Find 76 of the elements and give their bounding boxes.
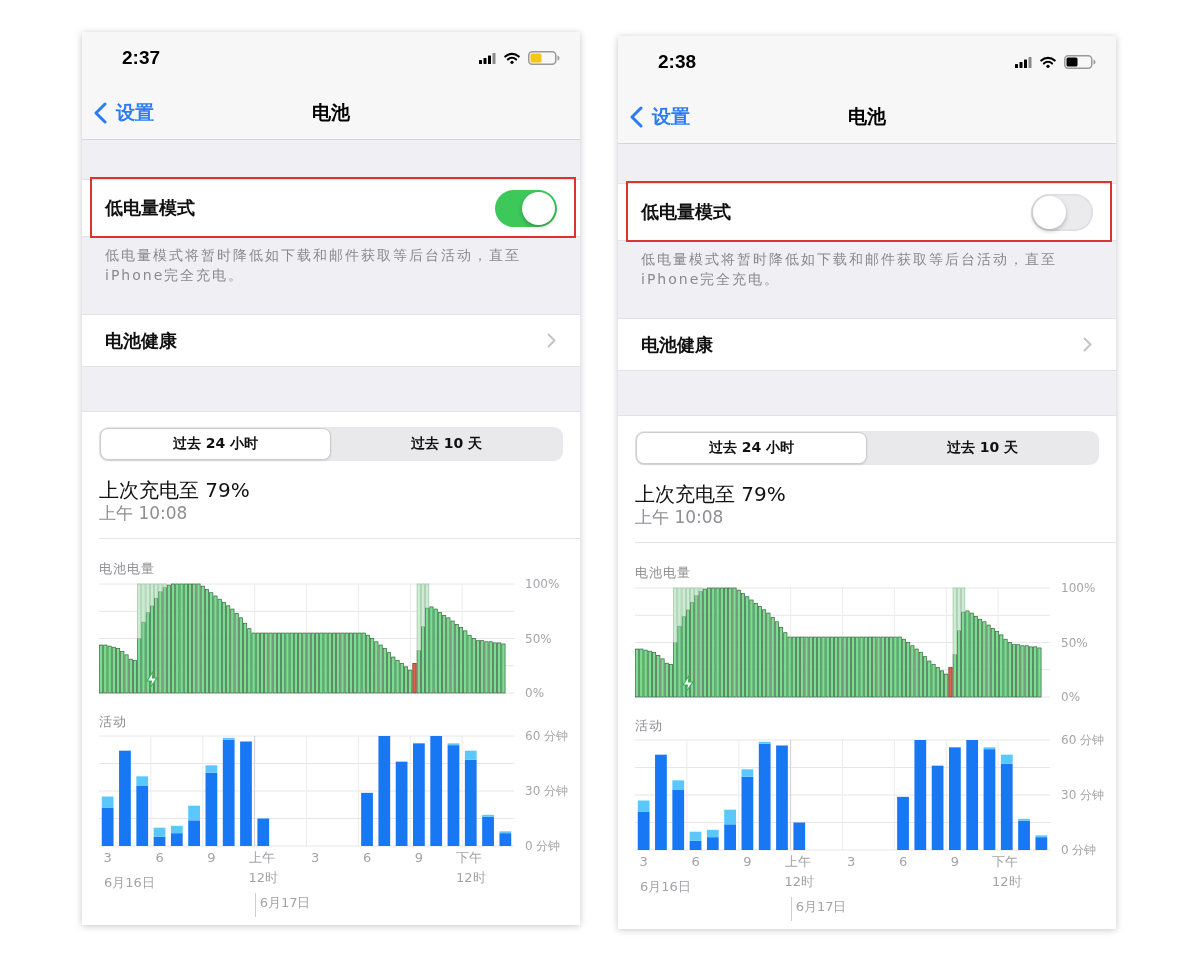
last-charge-time: 上午 10:08 [635, 506, 724, 528]
nav-title: 电池 [848, 103, 886, 129]
activity-bar [689, 831, 702, 841]
wifi-icon [1040, 56, 1056, 68]
axis-label: 上午 12时 [784, 853, 815, 891]
footer-note: 低电量模式将暂时降低如下载和邮件获取等后台活动，直至iPhone完全充电。 [641, 250, 1058, 289]
activity-bar [153, 836, 166, 846]
last-charge-time: 上午 10:08 [99, 502, 188, 524]
nav-title: 电池 [312, 99, 350, 125]
wifi-icon [504, 52, 520, 64]
setting-label: 低电量模式 [641, 200, 731, 224]
status-time: 2:38 [658, 51, 697, 73]
axis-label: 50% [525, 631, 552, 646]
axis-label: 6 [155, 849, 164, 867]
activity-bar [897, 796, 909, 850]
axis-label: 6 [691, 853, 700, 871]
setting-label: 低电量模式 [105, 196, 195, 220]
axis-label: 9 [207, 849, 216, 867]
chart-title: 活动 [635, 718, 663, 734]
axis-label: 3 [311, 849, 320, 867]
axis-label: 3 [847, 853, 856, 871]
activity-bar [689, 840, 702, 850]
segment-tab[interactable]: 过去 24 小时 [100, 428, 331, 460]
status-time: 2:37 [122, 47, 161, 69]
axis-label: 0 分钟 [1061, 843, 1097, 857]
last-charge-title: 上次充电至 79% [635, 482, 786, 506]
axis-label: 60 分钟 [1061, 733, 1105, 747]
settings-row[interactable]: 电池健康 [82, 314, 580, 367]
axis-label: 下午 12时 [992, 853, 1022, 891]
axis-label: 0% [1061, 690, 1081, 704]
axis-label: 0% [525, 686, 545, 700]
date-label: 6月16日 [104, 874, 155, 892]
axis-label: 9 [950, 853, 960, 871]
date-label: 6月17日 [795, 898, 847, 916]
battery-icon [528, 51, 560, 65]
back-button[interactable]: 设置 [630, 103, 690, 130]
chevron-right-icon [1083, 337, 1092, 352]
chart-title: 电池电量 [99, 561, 155, 577]
axis-label: 30 分钟 [525, 784, 569, 798]
activity-bar [361, 792, 373, 846]
signal-icon [479, 52, 496, 64]
axis-label: 6 [362, 849, 372, 867]
axis-label: 60 分钟 [525, 729, 569, 743]
axis-label: 3 [639, 853, 648, 871]
chart-title: 电池电量 [635, 565, 691, 581]
axis-label: 50% [1061, 635, 1088, 650]
axis-label: 0 分钟 [525, 839, 561, 853]
footer-note: 低电量模式将暂时降低如下载和邮件获取等后台活动，直至iPhone完全充电。 [105, 246, 522, 285]
segment-tab[interactable]: 过去 24 小时 [636, 432, 867, 464]
segment-tab[interactable]: 过去 10 天 [331, 428, 562, 460]
axis-label: 6 [898, 853, 908, 871]
back-button[interactable]: 设置 [94, 99, 154, 126]
axis-label: 9 [414, 849, 424, 867]
settings-row[interactable]: 电池健康 [618, 318, 1116, 371]
activity-bar [257, 818, 270, 846]
battery-icon [1064, 55, 1096, 69]
date-label: 6月17日 [259, 894, 311, 912]
activity-bar [153, 827, 166, 837]
axis-label: 100% [525, 577, 560, 591]
toggle-switch[interactable] [1031, 193, 1093, 231]
axis-label: 3 [103, 849, 112, 867]
axis-label: 上午 12时 [248, 849, 279, 887]
axis-label: 下午 12时 [456, 849, 486, 887]
axis-label: 9 [743, 853, 752, 871]
date-label: 6月16日 [640, 878, 691, 896]
last-charge-title: 上次充电至 79% [99, 478, 250, 502]
chevron-right-icon [547, 333, 556, 348]
activity-bar [793, 822, 806, 850]
chevron-left-icon [630, 105, 643, 128]
chevron-left-icon [94, 101, 107, 124]
segment-tab[interactable]: 过去 10 天 [867, 432, 1098, 464]
toggle-switch[interactable] [495, 189, 557, 227]
chart-title: 活动 [99, 714, 127, 730]
signal-icon [1015, 56, 1032, 68]
axis-label: 30 分钟 [1061, 788, 1105, 802]
axis-label: 100% [1061, 581, 1096, 595]
